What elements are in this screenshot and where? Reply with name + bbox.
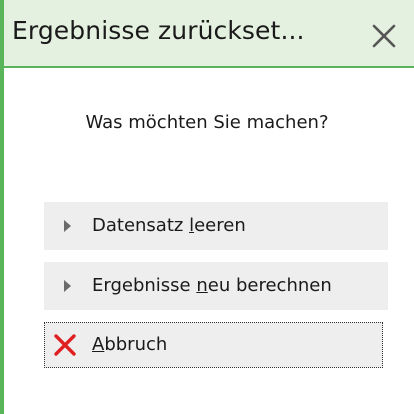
cancel-label: Abbruch <box>92 334 168 355</box>
cancel-button[interactable]: Abbruch <box>44 322 383 368</box>
red-x-icon <box>54 334 76 356</box>
dialog-question: Was möchten Sie machen? <box>85 112 329 133</box>
dialog-left-border <box>0 0 4 414</box>
triangle-right-icon <box>64 220 71 232</box>
dialog-title-bar: Ergebnisse zurückset... <box>0 0 414 68</box>
dialog-title: Ergebnisse zurückset... <box>12 16 305 45</box>
close-button[interactable] <box>366 18 402 54</box>
recalculate-results-button[interactable]: Ergebnisse neu berechnen <box>44 262 388 310</box>
close-icon <box>372 24 396 48</box>
clear-record-button[interactable]: Datensatz leeren <box>44 202 388 250</box>
clear-record-label: Datensatz leeren <box>92 215 246 236</box>
reset-results-dialog: Ergebnisse zurückset... Was möchten Sie … <box>0 0 414 414</box>
recalculate-results-label: Ergebnisse neu berechnen <box>92 275 332 296</box>
triangle-right-icon <box>64 280 71 292</box>
